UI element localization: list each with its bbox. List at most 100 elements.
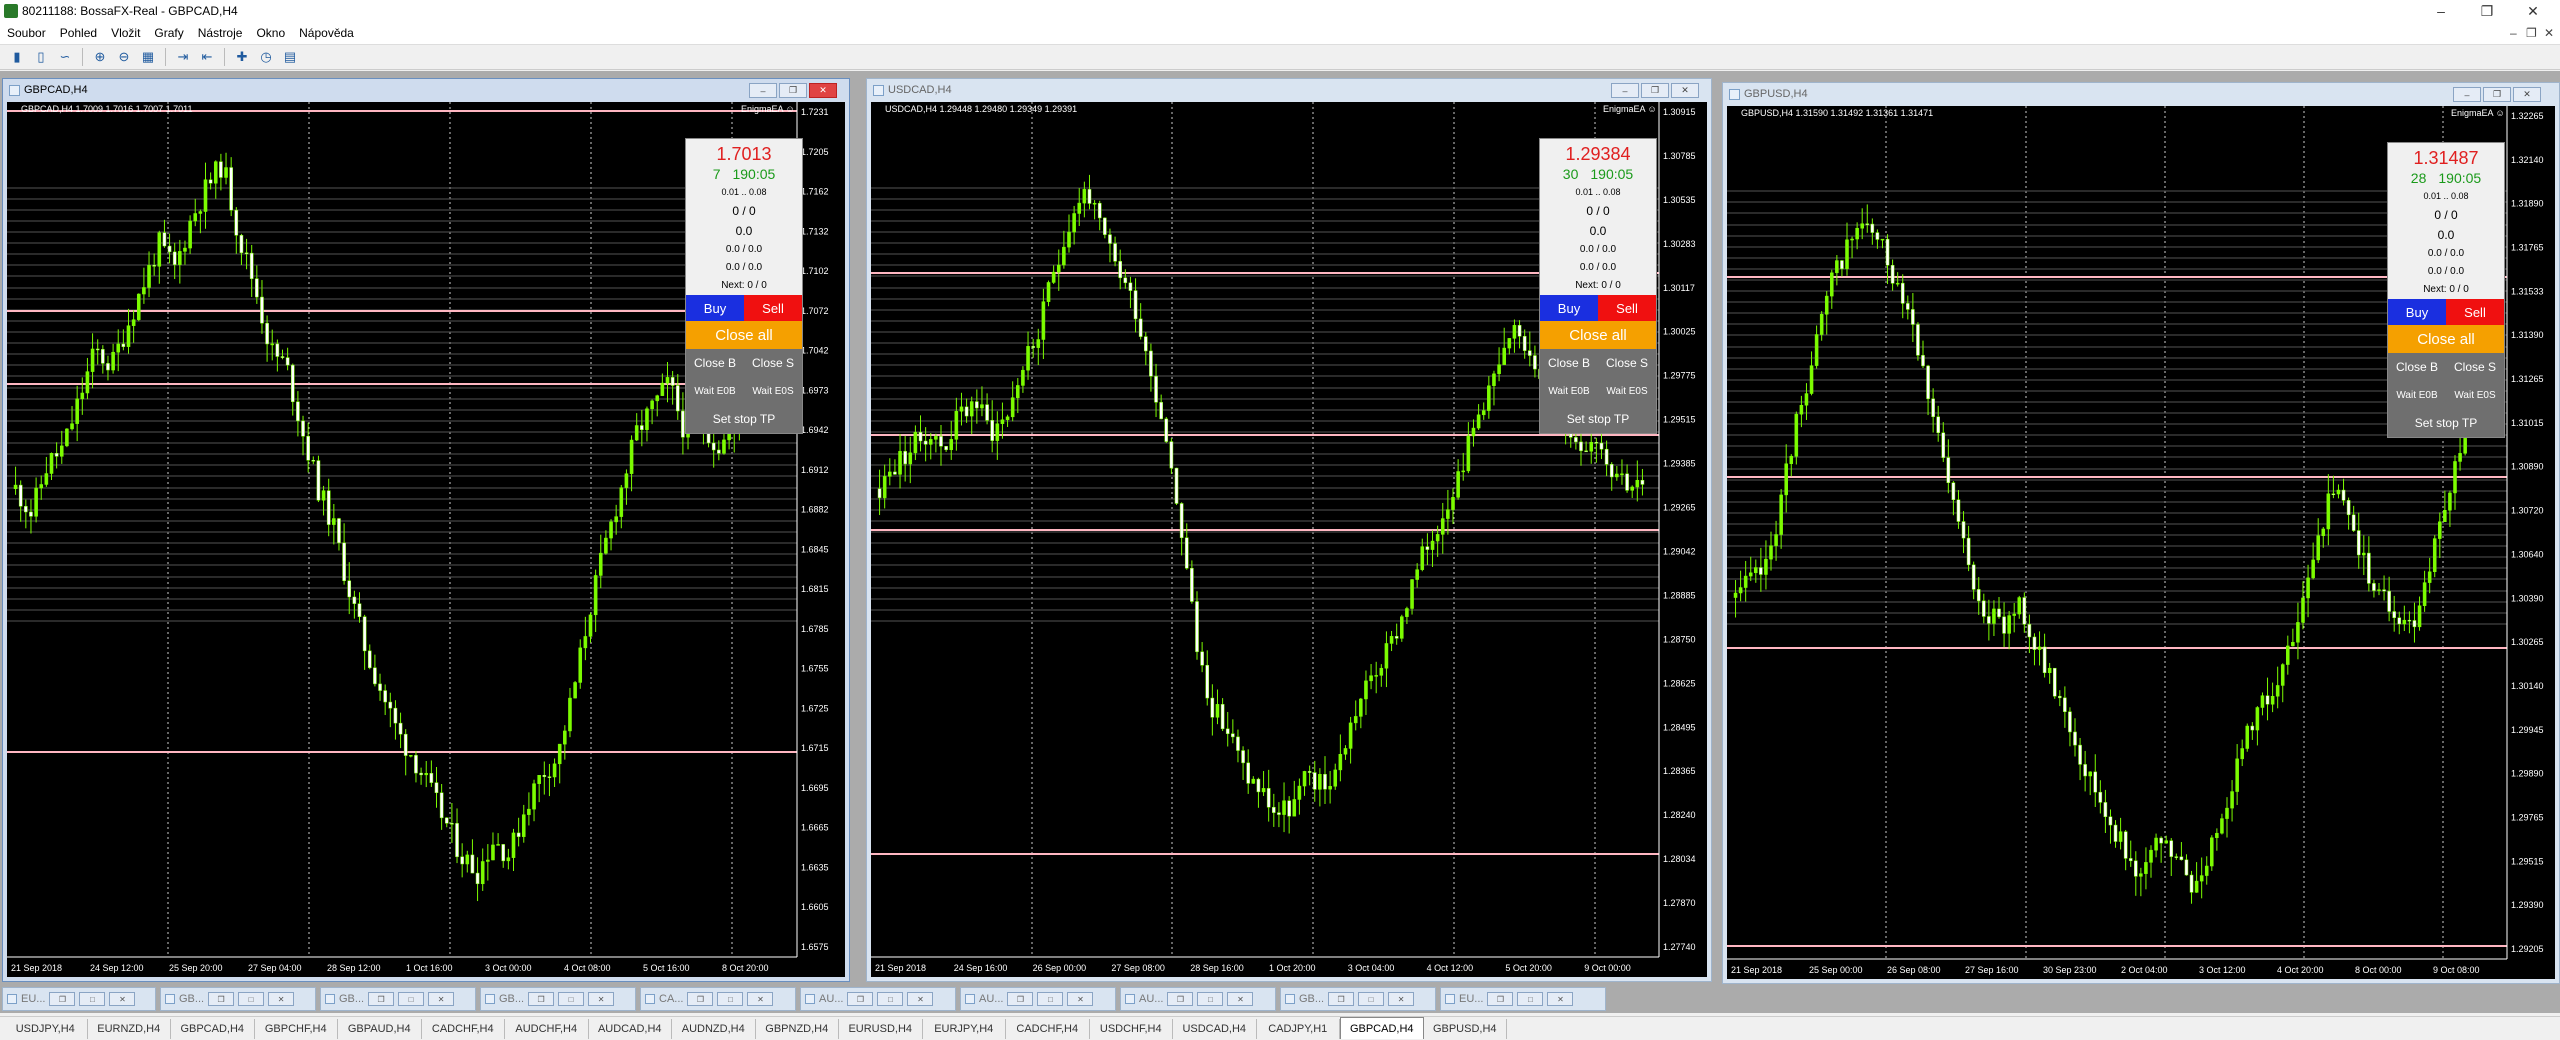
minimized-chart-window[interactable]: AU... ❐ □ ✕ (1120, 987, 1276, 1011)
restore-icon[interactable]: ❐ (528, 992, 555, 1006)
sell-button[interactable]: Sell (744, 295, 802, 321)
minimized-chart-window[interactable]: GB... ❐ □ ✕ (1280, 987, 1436, 1011)
close-buy-button[interactable]: Close B (686, 349, 744, 377)
minimized-chart-window[interactable]: AU... ❐ □ ✕ (800, 987, 956, 1011)
buy-button[interactable]: Buy (2388, 299, 2446, 325)
close-all-button[interactable]: Close all (1540, 321, 1656, 349)
close-icon[interactable]: ✕ (747, 992, 774, 1006)
set-stop-tp-button[interactable]: Set stop TP (1540, 405, 1656, 433)
restore-icon[interactable]: ❐ (687, 992, 714, 1006)
minimized-chart-window[interactable]: AU... ❐ □ ✕ (960, 987, 1116, 1011)
chart-tab[interactable]: GBPAUD,H4 (338, 1019, 422, 1039)
chart-tab[interactable]: AUDCHF,H4 (505, 1019, 589, 1039)
close-sell-button[interactable]: Close S (1598, 349, 1656, 377)
chart-restore-button[interactable]: ❐ (779, 83, 807, 98)
close-icon[interactable]: ✕ (907, 992, 934, 1006)
bar-chart-icon[interactable]: ▮ (6, 47, 28, 67)
minimize-button[interactable]: – (2418, 0, 2464, 22)
close-icon[interactable]: ✕ (428, 992, 455, 1006)
minimized-chart-window[interactable]: EU... ❐ □ ✕ (1440, 987, 1606, 1011)
chart-tab[interactable]: AUDNZD,H4 (672, 1019, 756, 1039)
menu-napoveda[interactable]: Nápověda (292, 26, 361, 40)
chart-tab[interactable]: AUDCAD,H4 (589, 1019, 672, 1039)
chart-tab[interactable]: EURNZD,H4 (88, 1019, 171, 1039)
chart-canvas[interactable]: 1.30915 1.30785 1.30535 1.30283 1.30117 1.300… (871, 102, 1707, 977)
wait-eob-button[interactable]: Wait E0B (1540, 377, 1598, 405)
chart-window-gbpusd[interactable]: GBPUSD,H4 – ❐ ✕ 1.32265 1.32140 1.31890 1.317… (1722, 82, 2560, 984)
close-icon[interactable]: ✕ (1547, 992, 1574, 1006)
chart-close-button[interactable]: ✕ (1671, 83, 1699, 98)
chart-tab[interactable]: EURJPY,H4 (923, 1019, 1006, 1039)
autoscroll-icon[interactable]: ⇥ (172, 47, 194, 67)
maximize-icon[interactable]: □ (238, 992, 265, 1006)
buy-button[interactable]: Buy (1540, 295, 1598, 321)
set-stop-tp-button[interactable]: Set stop TP (2388, 409, 2504, 437)
templates-icon[interactable]: ▤ (279, 47, 301, 67)
close-sell-button[interactable]: Close S (744, 349, 802, 377)
chart-tab[interactable]: GBPCAD,H4 (1340, 1017, 1424, 1039)
restore-icon[interactable]: ❐ (1167, 992, 1194, 1006)
close-icon[interactable]: ✕ (109, 992, 136, 1006)
menu-okno[interactable]: Okno (249, 26, 292, 40)
mdi-close-icon[interactable]: ✕ (2544, 26, 2554, 40)
chart-tab[interactable]: USDCHF,H4 (1090, 1019, 1173, 1039)
restore-icon[interactable]: ❐ (208, 992, 235, 1006)
sell-button[interactable]: Sell (1598, 295, 1656, 321)
chart-tab[interactable]: USDCAD,H4 (1173, 1019, 1257, 1039)
maximize-icon[interactable]: □ (1197, 992, 1224, 1006)
restore-icon[interactable]: ❐ (1328, 992, 1355, 1006)
menu-soubor[interactable]: Soubor (0, 26, 53, 40)
restore-icon[interactable]: ❐ (368, 992, 395, 1006)
chart-minimize-button[interactable]: – (2453, 87, 2481, 102)
close-icon[interactable]: ✕ (1067, 992, 1094, 1006)
close-icon[interactable]: ✕ (588, 992, 615, 1006)
chart-canvas[interactable]: 1.32265 1.32140 1.31890 1.31765 1.31533 1.313… (1727, 106, 2555, 979)
chart-tab[interactable]: GBPUSD,H4 (1424, 1019, 1507, 1039)
minimized-chart-window[interactable]: GB... ❐ □ ✕ (480, 987, 636, 1011)
chart-tab[interactable]: CADCHF,H4 (1006, 1019, 1090, 1039)
maximize-button[interactable]: ❐ (2464, 0, 2510, 22)
close-buy-button[interactable]: Close B (2388, 353, 2446, 381)
mdi-restore-icon[interactable]: ❐ (2526, 26, 2537, 40)
menu-grafy[interactable]: Grafy (147, 26, 190, 40)
close-buy-button[interactable]: Close B (1540, 349, 1598, 377)
chart-window-gbpcad[interactable]: GBPCAD,H4 – ❐ ✕ 1.7231 1.7205 1.7162 1.7132 1.… (2, 78, 850, 982)
restore-icon[interactable]: ❐ (49, 992, 76, 1006)
menu-pohled[interactable]: Pohled (53, 26, 104, 40)
maximize-icon[interactable]: □ (1517, 992, 1544, 1006)
restore-icon[interactable]: ❐ (847, 992, 874, 1006)
wait-eos-button[interactable]: Wait E0S (1598, 377, 1656, 405)
wait-eob-button[interactable]: Wait E0B (686, 377, 744, 405)
maximize-icon[interactable]: □ (558, 992, 585, 1006)
wait-eos-button[interactable]: Wait E0S (2446, 381, 2504, 409)
close-all-button[interactable]: Close all (686, 321, 802, 349)
chart-tab[interactable]: GBPCHF,H4 (255, 1019, 338, 1039)
candle-chart-icon[interactable]: ▯ (30, 47, 52, 67)
maximize-icon[interactable]: □ (877, 992, 904, 1006)
chart-close-button[interactable]: ✕ (2513, 87, 2541, 102)
chart-tab[interactable]: USDJPY,H4 (4, 1019, 88, 1039)
close-all-button[interactable]: Close all (2388, 325, 2504, 353)
close-icon[interactable]: ✕ (1388, 992, 1415, 1006)
minimized-chart-window[interactable]: GB... ❐ □ ✕ (160, 987, 316, 1011)
close-icon[interactable]: ✕ (1227, 992, 1254, 1006)
chart-tab[interactable]: CADCHF,H4 (422, 1019, 505, 1039)
chart-minimize-button[interactable]: – (749, 83, 777, 98)
zoom-out-icon[interactable]: ⊖ (113, 47, 135, 67)
chart-tab[interactable]: CADJPY,H1 (1257, 1019, 1340, 1039)
menu-nastroje[interactable]: Nástroje (191, 26, 250, 40)
buy-button[interactable]: Buy (686, 295, 744, 321)
wait-eos-button[interactable]: Wait E0S (744, 377, 802, 405)
line-chart-icon[interactable]: ∽ (54, 47, 76, 67)
chart-restore-button[interactable]: ❐ (1641, 83, 1669, 98)
chart-tab[interactable]: EURUSD,H4 (839, 1019, 923, 1039)
minimized-chart-window[interactable]: EU... ❐ □ ✕ (2, 987, 156, 1011)
menu-vlozit[interactable]: Vložit (104, 26, 147, 40)
restore-icon[interactable]: ❐ (1007, 992, 1034, 1006)
maximize-icon[interactable]: □ (1358, 992, 1385, 1006)
periods-icon[interactable]: ◷ (255, 47, 277, 67)
close-sell-button[interactable]: Close S (2446, 353, 2504, 381)
chart-window-usdcad[interactable]: USDCAD,H4 – ❐ ✕ 1.30915 1.30785 1.30535 1.302… (866, 78, 1712, 982)
chart-minimize-button[interactable]: – (1611, 83, 1639, 98)
chart-tab[interactable]: GBPNZD,H4 (756, 1019, 839, 1039)
